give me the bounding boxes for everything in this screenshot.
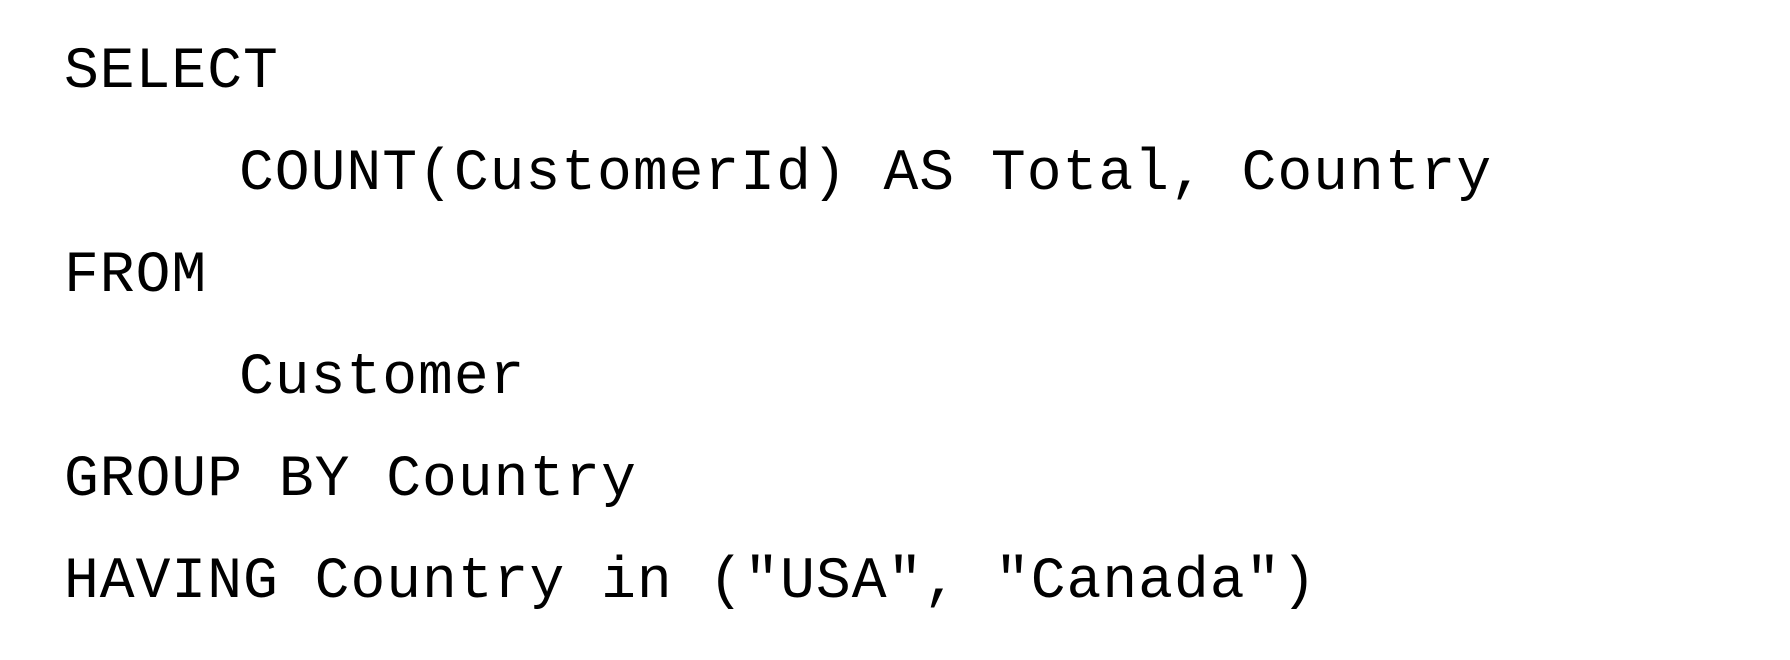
code-line-from: FROM (64, 244, 208, 309)
code-line-having: HAVING Country in ("USA", "Canada") (64, 550, 1318, 615)
code-line-table-name: Customer (239, 346, 526, 411)
code-line-group-by: GROUP BY Country (64, 448, 637, 513)
code-line-select: SELECT (64, 40, 279, 105)
sql-code-block: SELECT COUNT(CustomerId) AS Total, Count… (64, 22, 1492, 634)
code-line-count-expression: COUNT(CustomerId) AS Total, Country (239, 142, 1493, 207)
